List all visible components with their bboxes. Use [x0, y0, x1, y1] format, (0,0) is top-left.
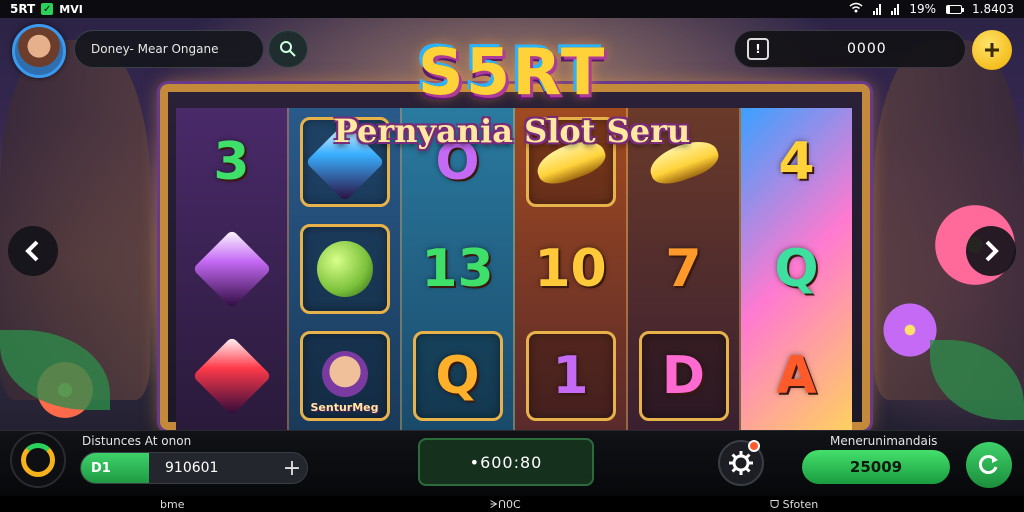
battery-percent: 19% — [909, 2, 936, 16]
symbol-Q: Q — [774, 238, 819, 299]
bet-level-tag[interactable]: D1 — [81, 453, 149, 483]
notification-dot — [748, 440, 760, 452]
fruit-icon — [299, 223, 390, 314]
slot-reels: 3 SenturMeg O 13 Q 10 1 7 D 4 Q A — [176, 108, 852, 430]
signal-icon — [873, 3, 882, 15]
reel-4: 10 1 — [515, 108, 628, 430]
gem-icon — [187, 224, 277, 314]
bet-control: D1 910601 + — [80, 452, 308, 484]
win-amount[interactable]: 25009 — [802, 450, 950, 484]
game-subtitle: Pernyania Slot Seru — [333, 112, 691, 150]
character-portrait: SenturMeg — [299, 331, 390, 422]
wifi-icon — [849, 2, 863, 16]
symbol-Q: Q — [412, 331, 503, 422]
symbol-D: D — [638, 331, 729, 422]
nav-center[interactable]: ᗒᑎ0C — [490, 498, 521, 512]
symbol-A: A — [776, 346, 817, 407]
carrier-label: 5RT — [10, 2, 36, 16]
ring-icon — [21, 443, 55, 477]
increase-bet-button[interactable]: + — [277, 456, 307, 481]
settings-button[interactable] — [718, 440, 764, 486]
reel-3: O 13 Q — [402, 108, 515, 430]
character-label: SenturMeg — [310, 401, 379, 415]
win-value: 25009 — [849, 458, 903, 476]
check-icon: ✓ — [41, 3, 54, 15]
nav-left[interactable]: bme — [160, 498, 184, 511]
nav-right[interactable]: ᗜ Sfoten — [770, 498, 818, 512]
chevron-right-icon — [985, 240, 999, 262]
refresh-button[interactable] — [966, 442, 1012, 488]
bet-label: Distunces At onon — [82, 434, 192, 448]
symbol-13: 13 — [421, 238, 494, 299]
bet-value: 910601 — [165, 460, 219, 476]
reel-2: SenturMeg — [289, 108, 402, 430]
chevron-left-icon — [25, 240, 39, 262]
reel-5: 7D — [628, 108, 741, 430]
next-game-button[interactable] — [966, 226, 1016, 276]
symbol-10: 10 — [534, 238, 607, 299]
reel-6: 4QA — [741, 108, 852, 430]
reel-1: 3 — [176, 108, 289, 430]
signal-icon-2 — [891, 3, 900, 15]
previous-game-button[interactable] — [8, 226, 58, 276]
symbol-7: 7 — [665, 238, 702, 299]
refresh-icon — [978, 455, 998, 474]
status-extra: ⅯⅤⅠ — [59, 2, 83, 16]
status-bar: 5RT ✓ ⅯⅤⅠ 19% 1.8403 — [0, 0, 1024, 18]
symbol-1: 1 — [525, 331, 616, 422]
clock: 1.8403 — [972, 2, 1014, 16]
gear-icon — [729, 451, 753, 475]
battery-icon — [946, 4, 964, 14]
autospin-button[interactable] — [10, 432, 66, 488]
gem-icon — [187, 331, 277, 421]
win-label: Menerunimandais — [830, 434, 938, 448]
game-logo: S5RT — [417, 36, 607, 110]
character-face-icon — [321, 351, 368, 398]
total-value: •600:80 — [469, 452, 543, 472]
system-nav-bar: bme ᗒᑎ0C ᗜ Sfoten — [0, 496, 1024, 512]
spin-button[interactable]: •600:80 — [418, 438, 594, 486]
